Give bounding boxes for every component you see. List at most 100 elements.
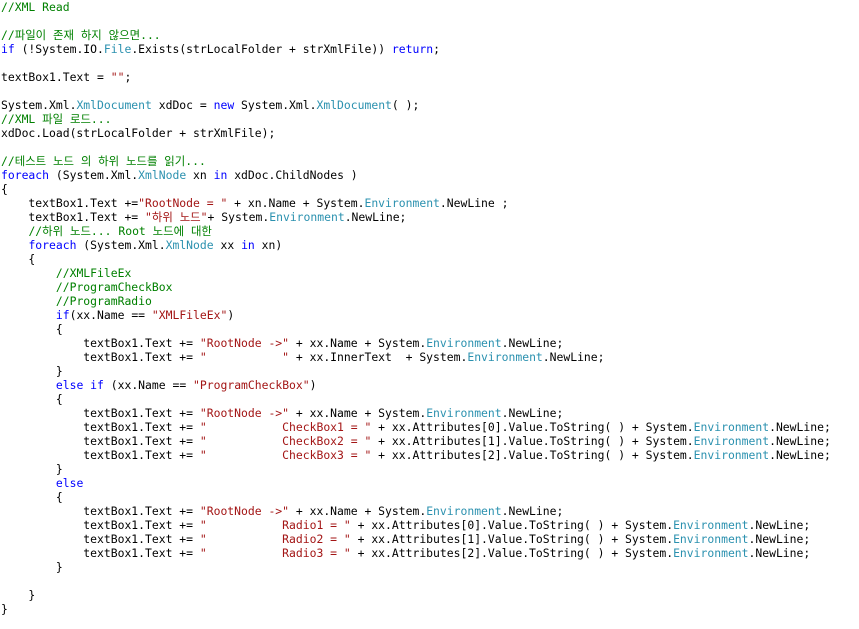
code-token-plain: xn [186,168,214,182]
code-token-keyword: if [1,42,15,56]
code-line: { [0,490,859,504]
code-token-plain: .NewLine ; [439,196,509,210]
code-token-type: Environment [693,420,770,434]
code-line: textBox1.Text += "RootNode ->" + xx.Name… [0,504,859,518]
code-token-plain: .NewLine; [769,448,831,462]
code-token-comment: //XML Read [1,0,70,14]
code-token-plain: textBox1.Text += [1,532,200,546]
code-token-type: Environment [673,532,749,546]
code-line: textBox1.Text = ""; [0,70,859,84]
code-token-plain: } [1,462,63,476]
code-line: textBox1.Text += "하위 노드"+ System.Environ… [0,210,859,224]
code-token-plain: textBox1.Text += [1,504,200,518]
code-token-keyword: else [55,476,84,490]
code-token-type: Environment [364,196,440,210]
code-line: //ProgramCheckBox [0,280,859,294]
code-token-type: Environment [426,336,502,350]
code-token-plain: textBox1.Text += [1,448,200,462]
code-token-keyword: if [55,308,70,322]
code-token-plain: .NewLine; [748,546,811,560]
code-token-keyword: in [213,168,228,182]
code-line: else [0,476,859,490]
code-token-plain: + xx.Name + System. [289,504,427,518]
code-token-string: "XMLFileEx" [151,308,228,322]
code-token-keyword: else if [55,378,104,392]
code-line: textBox1.Text += " Radio2 = " + xx.Attri… [0,532,859,546]
code-line: { [0,322,859,336]
code-line: textBox1.Text += " Radio1 = " + xx.Attri… [0,518,859,532]
code-line: xdDoc.Load(strLocalFolder + strXmlFile); [0,126,859,140]
code-token-plain: textBox1.Text += [1,420,200,434]
code-token-plain: (xx.Name == [69,308,152,322]
code-token-plain: ; [433,42,440,56]
code-token-plain: { [1,490,63,504]
code-token-plain: (xx.Name == [103,378,194,392]
code-token-type: Environment [693,434,770,448]
code-line: //파일이 존재 하지 않으면... [0,28,859,42]
code-token-plain: { [1,182,8,196]
code-token-plain: .NewLine; [344,210,407,224]
code-token-type: Environment [426,504,502,518]
code-line: textBox1.Text += " CheckBox2 = " + xx.At… [0,434,859,448]
code-line: System.Xml.XmlDocument xdDoc = new Syste… [0,98,859,112]
code-token-plain: System.Xml. [234,98,317,112]
code-token-string: " " [199,350,290,364]
code-line: if(xx.Name == "XMLFileEx") [0,308,859,322]
code-token-comment: //파일이 존재 하지 않으면... [1,28,161,42]
code-token-plain: textBox1.Text += [1,336,200,350]
code-token-plain: + xx.Attributes[0].Value.ToString( ) + S… [350,518,674,532]
code-line: textBox1.Text += " CheckBox1 = " + xx.At… [0,420,859,434]
code-token-plain: } [1,588,36,602]
code-token-plain: ) [227,308,235,322]
code-token-plain: textBox1.Text = [1,70,111,84]
code-token-keyword: foreach [28,238,77,252]
code-token-plain: .Exists(strLocalFolder + strXmlFile)) [131,42,392,56]
code-line: textBox1.Text +="RootNode = " + xn.Name … [0,196,859,210]
code-token-keyword: foreach [1,168,50,182]
code-token-string: " Radio1 = " [199,518,351,532]
code-token-keyword: in [241,238,255,252]
code-token-comment: //하위 노드... Root 노드에 대한 [28,224,212,238]
code-token-plain: .NewLine; [769,434,831,448]
code-line: if (!System.IO.File.Exists(strLocalFolde… [0,42,859,56]
code-token-plain: .NewLine; [748,532,811,546]
code-token-plain: ; [124,70,132,84]
code-line: textBox1.Text += " Radio3 = " + xx.Attri… [0,546,859,560]
code-token-plain: xdDoc.Load(strLocalFolder + strXmlFile); [1,126,276,140]
code-token-plain: { [1,322,63,336]
code-line: textBox1.Text += "RootNode ->" + xx.Name… [0,406,859,420]
code-token-string: " CheckBox3 = " [199,448,372,462]
code-token-comment: //ProgramRadio [55,294,152,308]
code-token-plain: { [1,392,63,406]
code-token-plain: textBox1.Text += [1,210,146,224]
code-line: } [0,602,859,616]
code-line: textBox1.Text += " CheckBox3 = " + xx.At… [0,448,859,462]
code-token-plain: } [1,602,8,616]
code-token-type: XmlNode [138,168,187,182]
code-token-plain: xn) [254,238,283,252]
code-token-comment: //XMLFileEx [55,266,132,280]
code-token-plain: xdDoc.ChildNodes ) [227,168,358,182]
code-line: } [0,462,859,476]
code-editor[interactable]: //XML Read //파일이 존재 하지 않으면... if (!System… [0,0,859,629]
code-token-keyword: new [213,98,235,112]
code-line: //XMLFileEx [0,266,859,280]
code-token-comment: //XML 파일 로드... [1,112,112,126]
code-token-string: " CheckBox1 = " [199,420,372,434]
code-token-string: "RootNode = " [138,196,228,210]
code-token-plain: ) [309,378,317,392]
code-line: //XML 파일 로드... [0,112,859,126]
code-line: //테스트 노드 의 하위 노드를 읽기... [0,154,859,168]
code-token-type: Environment [269,210,345,224]
code-token-plain: textBox1.Text += [1,434,200,448]
code-token-plain: .NewLine; [501,406,564,420]
